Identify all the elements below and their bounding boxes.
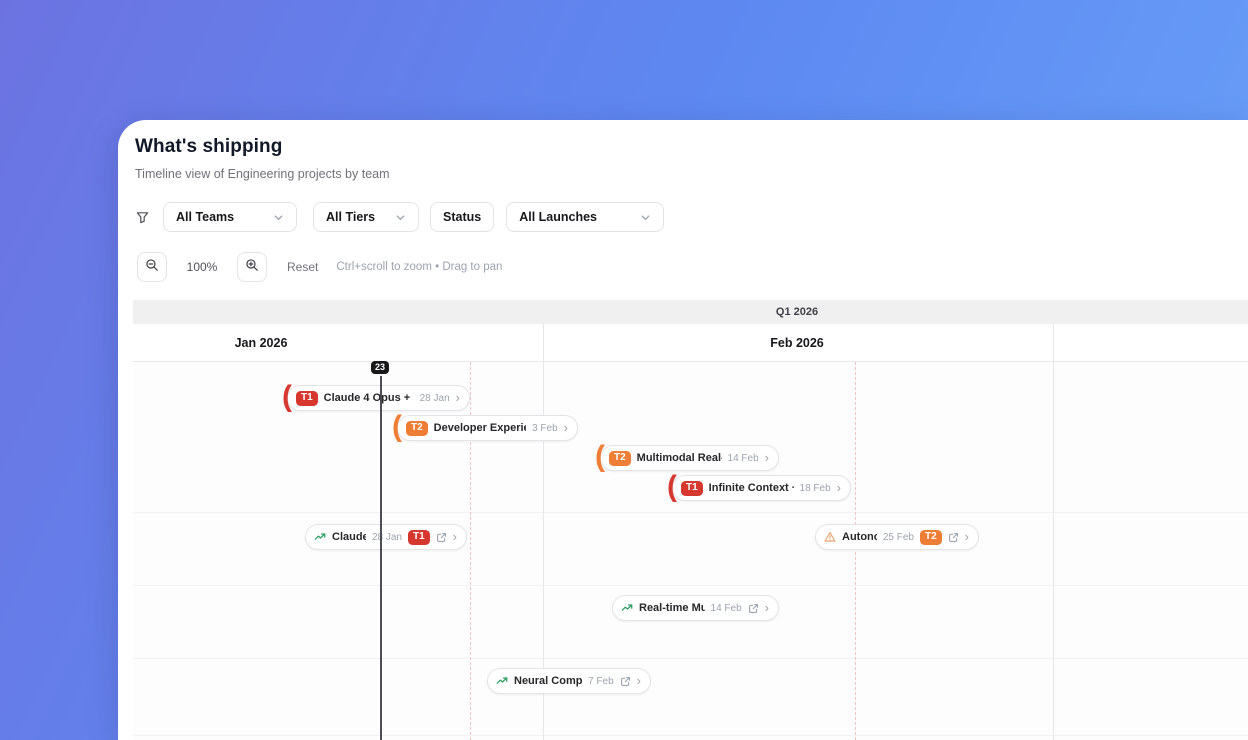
tier-badge: T1 [296, 390, 318, 406]
warning-icon [824, 531, 836, 543]
month-header: Jan 2026 Feb 2026 [133, 324, 1248, 362]
chevron-down-icon [395, 212, 406, 223]
item-title: Developer Experie... [433, 422, 526, 434]
zoom-toolbar: 100% Reset Ctrl+scroll to zoom • Drag to… [137, 252, 502, 282]
external-link-icon [748, 603, 759, 614]
chevron-right-icon: › [455, 389, 460, 405]
page-title: What's shipping [135, 136, 283, 157]
status-button[interactable]: Status [430, 202, 495, 232]
main-card: What's shipping Timeline view of Enginee… [118, 120, 1248, 740]
quarter-label: Q1 2026 [775, 306, 819, 318]
magnifier-minus-icon [145, 258, 159, 277]
milestone-pill[interactable]: (T1 Claude 4 Opus + ... 28 Jan › [282, 382, 470, 412]
item-date: 14 Feb [710, 602, 742, 614]
magnifier-plus-icon [245, 258, 259, 277]
external-link-icon [436, 532, 447, 543]
launch-pill[interactable]: Neural Computer... 7 Feb › [487, 668, 651, 694]
tiers-select-value: All Tiers [326, 210, 376, 224]
chevron-right-icon: › [964, 528, 969, 544]
item-date: 18 Feb [799, 482, 831, 494]
filter-bar: All Teams All Tiers Status All Launches [135, 202, 665, 232]
launch-pill[interactable]: Claude 4 ... 28 Jan T1 › [305, 524, 467, 550]
tiers-select[interactable]: All Tiers [313, 202, 419, 232]
reset-button[interactable]: Reset [287, 260, 318, 274]
zoom-level: 100% [186, 260, 218, 274]
item-title: Real-time Multi... [639, 602, 705, 614]
chevron-right-icon: › [452, 528, 457, 544]
item-title: Claude 4 ... [332, 531, 366, 543]
teams-select-value: All Teams [176, 210, 235, 224]
chevron-right-icon: › [636, 672, 641, 688]
start-bracket-icon: ( [392, 410, 402, 444]
tier-badge: T1 [407, 529, 430, 545]
lane-separator [133, 735, 1248, 736]
launch-pill[interactable]: Real-time Multi... 14 Feb › [612, 595, 779, 621]
milestone-pill[interactable]: (T2 Multimodal Real-t... 14 Feb › [595, 442, 779, 472]
trend-up-icon [496, 675, 508, 687]
month-label: Jan 2026 [234, 335, 288, 350]
milestone-pill[interactable]: (T2 Developer Experie... 3 Feb › [392, 412, 578, 442]
today-line [380, 376, 382, 740]
external-link-icon [948, 532, 959, 543]
month-label: Feb 2026 [770, 335, 824, 350]
lane-separator [133, 658, 1248, 659]
status-button-label: Status [443, 210, 482, 224]
tier-badge: T2 [609, 450, 631, 466]
start-bracket-icon: ( [282, 380, 292, 414]
launches-select-value: All Launches [519, 210, 597, 224]
start-bracket-icon: ( [667, 470, 677, 504]
lane-separator [133, 585, 1248, 586]
zoom-hint: Ctrl+scroll to zoom • Drag to pan [336, 261, 503, 273]
item-title: Multimodal Real-t... [636, 452, 722, 464]
today-tooltip: 23 [370, 361, 390, 374]
date-marker-line [855, 362, 856, 740]
item-title: Infinite Context + ... [708, 482, 794, 494]
lane-separator [133, 512, 1248, 513]
item-date: 14 Feb [727, 452, 759, 464]
chevron-right-icon: › [836, 479, 841, 495]
item-title: Claude 4 Opus + ... [323, 392, 414, 404]
chevron-down-icon [273, 212, 284, 223]
quarter-header: Q1 2026 [133, 300, 1248, 324]
timeline-grid[interactable]: (T1 Claude 4 Opus + ... 28 Jan ›(T2 Develope… [133, 362, 1248, 740]
external-link-icon [620, 676, 631, 687]
tier-badge: T2 [919, 529, 942, 545]
chevron-right-icon: › [764, 599, 769, 615]
tier-badge: T1 [681, 480, 703, 496]
timeline[interactable]: Q1 2026 Jan 2026 Feb 2026 (T1 Claude 4 Opu… [133, 300, 1248, 740]
launches-select[interactable]: All Launches [506, 202, 665, 232]
item-title: Neural Computer... [514, 675, 583, 687]
item-date: 3 Feb [532, 422, 558, 434]
item-date: 7 Feb [588, 675, 614, 687]
chevron-down-icon [640, 212, 651, 223]
month-boundary-line [1053, 324, 1054, 740]
trend-up-icon [314, 531, 326, 543]
teams-select[interactable]: All Teams [163, 202, 297, 232]
item-date: 28 Jan [371, 531, 402, 543]
chevron-right-icon: › [764, 449, 769, 465]
filter-funnel-icon [135, 210, 150, 225]
tier-badge: T2 [406, 420, 428, 436]
item-date: 25 Feb [882, 531, 914, 543]
trend-up-icon [621, 602, 633, 614]
chevron-right-icon: › [563, 419, 568, 435]
start-bracket-icon: ( [595, 440, 605, 474]
page-subtitle: Timeline view of Engineering projects by… [135, 167, 390, 181]
zoom-in-button[interactable] [237, 252, 267, 282]
item-title: Autonomo... [842, 531, 877, 543]
item-date: 28 Jan [419, 392, 450, 404]
milestone-pill[interactable]: (T1 Infinite Context + ... 18 Feb › [667, 472, 851, 502]
launch-pill[interactable]: Autonomo... 25 Feb T2 › [815, 524, 979, 550]
zoom-out-button[interactable] [137, 252, 167, 282]
